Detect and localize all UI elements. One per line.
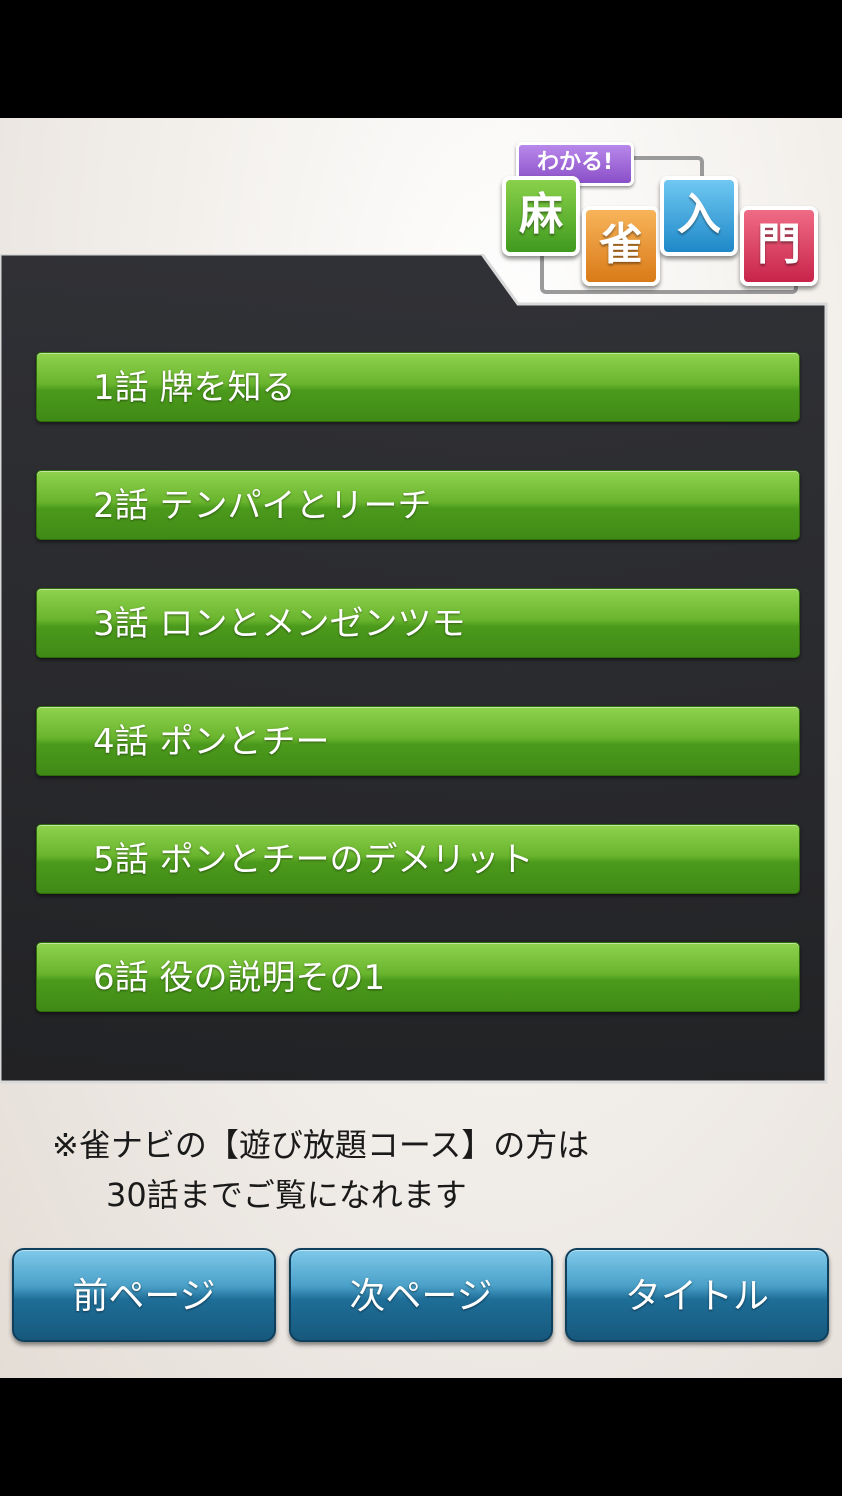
game-screen: わかる! 麻 雀 入 門 1話 牌を知る 2話 テンパイとリーチ 3話 ロンとメ…: [0, 118, 842, 1378]
notice-line-1: ※雀ナビの【遊び放題コース】の方は: [52, 1126, 590, 1164]
episode-button-2[interactable]: 2話 テンパイとリーチ: [36, 470, 800, 540]
episode-button-5[interactable]: 5話 ポンとチーのデメリット: [36, 824, 800, 894]
top-letterbox: [0, 0, 842, 118]
episode-button-1[interactable]: 1話 牌を知る: [36, 352, 800, 422]
notice-line-2: 30話までご覧になれます: [106, 1176, 467, 1214]
bottom-letterbox: [0, 1378, 842, 1496]
episode-button-3[interactable]: 3話 ロンとメンゼンツモ: [36, 588, 800, 658]
logo-tile-nyu: 入: [660, 176, 738, 256]
logo-tile-ma: 麻: [502, 176, 580, 256]
page-navigation: 前ページ 次ページ タイトル: [12, 1248, 832, 1344]
title-button[interactable]: タイトル: [565, 1248, 829, 1342]
next-page-button[interactable]: 次ページ: [289, 1248, 553, 1342]
subscription-notice: ※雀ナビの【遊び放題コース】の方は 30話までご覧になれます: [52, 1120, 772, 1220]
prev-page-button[interactable]: 前ページ: [12, 1248, 276, 1342]
episode-button-6[interactable]: 6話 役の説明その1: [36, 942, 800, 1012]
episode-button-4[interactable]: 4話 ポンとチー: [36, 706, 800, 776]
